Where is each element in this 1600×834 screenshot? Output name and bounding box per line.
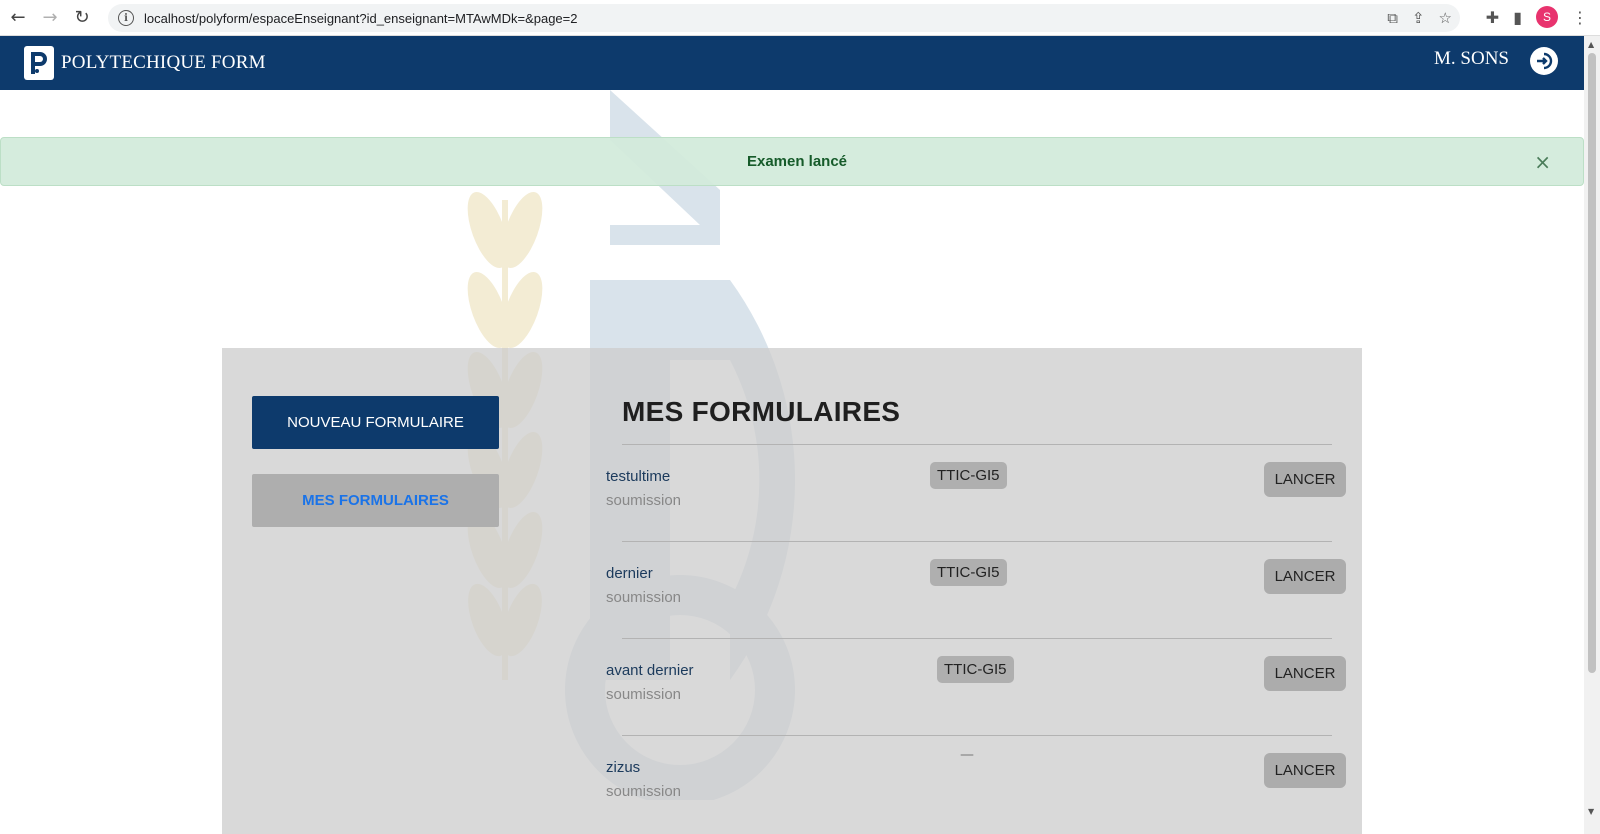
class-badge: TTIC-GI5 [937,656,1014,683]
browser-toolbar: ← → ↻ i localhost/polyform/espaceEnseign… [0,0,1600,36]
form-name[interactable]: avant dernier [606,662,694,679]
close-icon[interactable]: × [1534,150,1551,174]
list-item: dernier soumission TTIC-GI5 LANCER [606,541,1346,638]
site-info-icon[interactable]: i [118,10,134,26]
share-icon[interactable]: ⇪ [1412,9,1425,27]
list-item: zizus soumission — LANCER [606,735,1346,832]
scroll-thumb[interactable] [1588,53,1596,673]
row-divider [622,444,1332,445]
form-subtitle: soumission [606,589,682,606]
forward-arrow-icon[interactable]: → [36,4,64,32]
alert-message: Examen lancé [746,153,848,170]
row-divider [622,638,1332,639]
extensions-puzzle-icon[interactable]: ✚ [1486,8,1499,27]
launch-button[interactable]: LANCER [1264,656,1346,691]
form-subtitle: soumission [606,783,682,800]
new-form-button[interactable]: NOUVEAU FORMULAIRE [252,396,499,449]
form-subtitle: soumission [606,492,682,509]
scroll-down-icon[interactable]: ▼ [1588,807,1594,816]
back-arrow-icon[interactable]: ← [4,4,32,32]
form-name[interactable]: testultime [606,468,670,485]
form-subtitle: soumission [606,686,682,703]
address-bar[interactable]: i localhost/polyform/espaceEnseignant?id… [108,4,1460,32]
success-alert: Examen lancé × [0,137,1584,186]
page-title: MES FORMULAIRES [622,396,901,427]
form-name[interactable]: zizus [606,759,640,776]
url-text[interactable]: localhost/polyform/espaceEnseignant?id_e… [144,11,577,26]
launch-button[interactable]: LANCER [1264,753,1346,788]
list-item: testultime soumission TTIC-GI5 LANCER [606,444,1346,541]
brand-title[interactable]: POLYTECHIQUE FORM [61,52,266,74]
class-badge: TTIC-GI5 [930,559,1007,586]
list-item: avant dernier soumission TTIC-GI5 LANCER [606,638,1346,735]
reload-icon[interactable]: ↻ [68,4,96,32]
side-panel-icon[interactable]: ▮ [1513,8,1522,27]
class-badge: TTIC-GI5 [930,462,1007,489]
logout-icon[interactable] [1530,47,1558,75]
row-divider [622,735,1332,736]
class-badge-empty: — [960,747,974,763]
app-navbar: POLYTECHIQUE FORM M. SONS [0,36,1584,90]
brand-logo-icon[interactable] [24,46,54,80]
page-scrollbar[interactable]: ▲ ▼ [1584,36,1600,834]
launch-button[interactable]: LANCER [1264,559,1346,594]
scroll-up-icon[interactable]: ▲ [1588,40,1594,49]
bookmark-star-icon[interactable]: ☆ [1439,9,1452,27]
row-divider [622,541,1332,542]
translate-icon[interactable]: ⧉ [1387,9,1398,27]
form-name[interactable]: dernier [606,565,653,582]
forms-panel: NOUVEAU FORMULAIRE MES FORMULAIRES MES F… [222,348,1362,834]
profile-avatar[interactable]: S [1536,6,1558,28]
launch-button[interactable]: LANCER [1264,462,1346,497]
menu-kebab-icon[interactable]: ⋮ [1572,8,1588,27]
user-name: M. SONS [1434,48,1509,69]
my-forms-button[interactable]: MES FORMULAIRES [252,474,499,527]
